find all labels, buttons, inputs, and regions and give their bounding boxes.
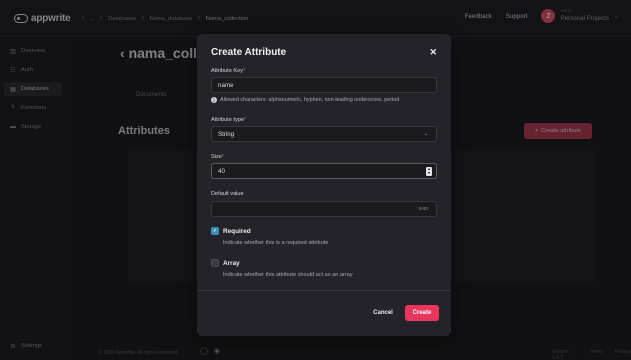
array-checkbox[interactable]	[211, 259, 219, 267]
required-asterisk: *	[243, 117, 247, 123]
default-value-input[interactable]: 0/40	[211, 201, 437, 217]
cancel-button[interactable]: Cancel	[369, 305, 397, 321]
attribute-key-label: Attribute Key*	[211, 68, 246, 74]
attribute-type-label: Attribute type*	[211, 117, 247, 123]
number-stepper-icon[interactable]: ▲ ▼	[426, 167, 432, 176]
array-description: Indicate whether this attribute should a…	[223, 272, 353, 278]
attribute-type-select[interactable]: String ⌄	[211, 126, 437, 142]
required-asterisk: *	[243, 68, 246, 74]
size-value: 40	[218, 167, 225, 175]
modal-divider	[197, 290, 451, 291]
info-icon: i	[211, 97, 217, 103]
size-input[interactable]: 40 ▲ ▼	[211, 163, 437, 179]
attribute-key-value: name	[218, 81, 234, 89]
create-attribute-modal: Create Attribute ✕ Attribute Key* name i…	[197, 34, 451, 336]
array-title: Array	[223, 260, 240, 267]
attribute-key-input[interactable]: name	[211, 77, 437, 93]
required-description: Indicate whether this is a required attr…	[223, 240, 329, 246]
default-value-label: Default value	[211, 191, 244, 197]
attribute-key-hint: i Allowed characters: alphanumeric, hyph…	[211, 97, 399, 103]
chevron-down-icon: ⌄	[423, 131, 428, 137]
required-asterisk: *	[221, 154, 225, 160]
required-title: Required	[223, 228, 251, 235]
create-button[interactable]: Create	[405, 305, 439, 321]
required-checkbox[interactable]: ✓	[211, 227, 219, 235]
size-label: Size*	[211, 154, 225, 160]
attribute-key-hint-text: Allowed characters: alphanumeric, hyphen…	[220, 97, 400, 103]
modal-title: Create Attribute	[211, 47, 287, 58]
character-counter: 0/40	[418, 207, 428, 212]
close-icon[interactable]: ✕	[429, 47, 437, 58]
attribute-type-value: String	[218, 130, 235, 138]
